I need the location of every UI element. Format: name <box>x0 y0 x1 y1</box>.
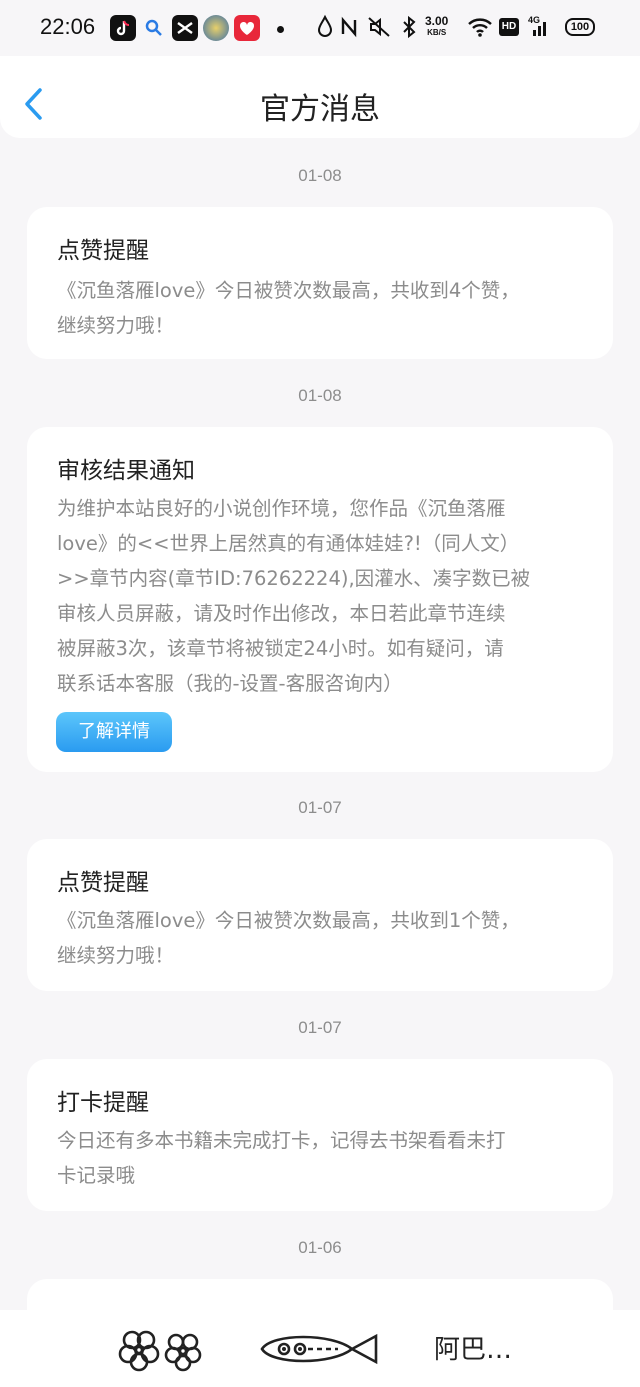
message-title: 审核结果通知 <box>57 458 195 484</box>
tiktok-icon <box>110 15 136 41</box>
message-title: 点赞提醒 <box>57 238 149 264</box>
flower-doodle-icon[interactable] <box>118 1326 206 1376</box>
signal-bars-icon <box>530 14 552 45</box>
nfc-icon <box>340 14 358 45</box>
water-drop-icon <box>316 14 334 45</box>
message-date: 01-08 <box>298 166 342 185</box>
message-card[interactable]: 点赞提醒 《沉鱼落雁love》今日被赞次数最高，共收到4个赞， 继续努力哦！ <box>27 207 613 359</box>
hd-badge: HD <box>499 18 519 36</box>
message-title: 打卡提醒 <box>57 1090 149 1116</box>
battery-indicator: 100 <box>565 18 595 36</box>
status-time: 22:06 <box>40 14 96 39</box>
message-date: 01-07 <box>298 1018 342 1037</box>
message-title: 点赞提醒 <box>57 870 149 896</box>
page-title: 官方消息 <box>260 92 380 127</box>
message-card[interactable]: 打卡提醒 今日还有多本书籍未完成打卡，记得去书架看看未打 卡记录哦 <box>27 1059 613 1211</box>
fish-doodle-icon[interactable] <box>258 1330 382 1372</box>
message-date: 01-08 <box>298 386 342 405</box>
notification-dot <box>277 26 284 33</box>
capcut-icon <box>172 15 198 41</box>
message-date: 01-07 <box>298 798 342 817</box>
wifi-icon <box>466 14 494 45</box>
network-speed: 3.00 KB/S <box>425 14 449 37</box>
message-body: 《沉鱼落雁love》今日被赞次数最高，共收到4个赞， 继续努力哦！ <box>57 279 520 337</box>
message-card[interactable]: 审核结果通知 为维护本站良好的小说创作环境，您作品《沉鱼落雁 love》的<<世界… <box>27 427 613 772</box>
message-body: 《沉鱼落雁love》今日被赞次数最高，共收到1个赞， 继续努力哦！ <box>57 909 520 967</box>
message-card[interactable]: 点赞提醒 《沉鱼落雁love》今日被赞次数最高，共收到1个赞， 继续努力哦！ <box>27 839 613 991</box>
search-icon <box>141 15 167 41</box>
heart-app-icon <box>234 15 260 41</box>
bluetooth-icon <box>400 14 418 45</box>
status-bar: 22:06 3.00 KB/S HD 4G 100 <box>0 0 640 56</box>
message-body: 为维护本站良好的小说创作环境，您作品《沉鱼落雁 love》的<<世界上居然真的有通… <box>57 497 531 695</box>
mute-icon <box>366 14 392 45</box>
bottom-text[interactable]: 阿巴… <box>434 1329 512 1366</box>
detail-button[interactable]: 了解详情 <box>56 712 172 752</box>
message-date: 01-06 <box>298 1238 342 1257</box>
message-body: 今日还有多本书籍未完成打卡，记得去书架看看未打 卡记录哦 <box>57 1129 506 1187</box>
game-icon <box>203 15 229 41</box>
header: 官方消息 <box>0 56 640 138</box>
bottom-bar: 阿巴… <box>0 1310 640 1387</box>
